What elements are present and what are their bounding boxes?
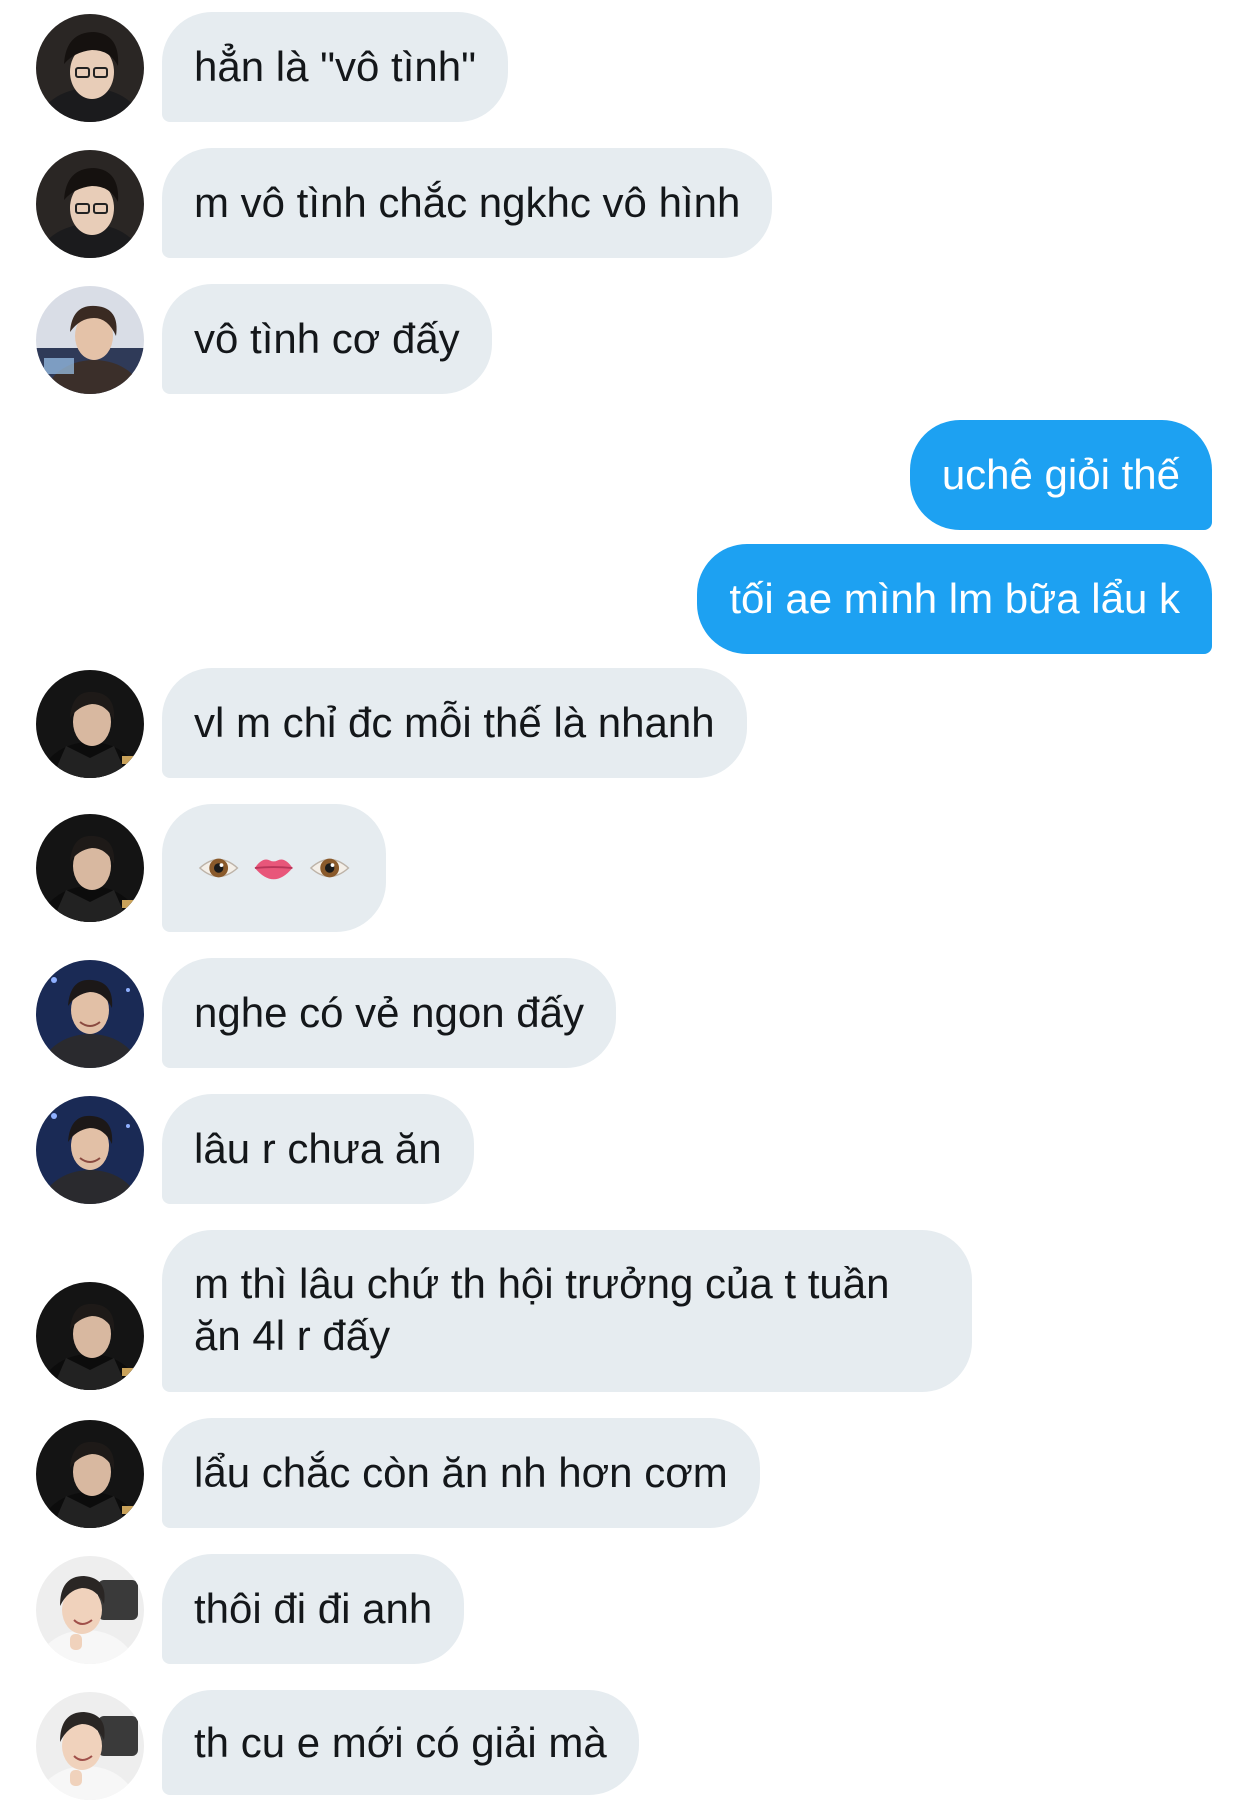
conversation-thread: hẳn là "vô tình" m vô tình chắc ngkhc vô…: [0, 0, 1242, 1800]
avatar[interactable]: [36, 14, 144, 122]
eye-icon: [198, 858, 239, 878]
message-bubble[interactable]: vl m chỉ đc mỗi thế là nhanh: [162, 668, 747, 778]
message-row: uchê giỏi thế: [0, 420, 1242, 530]
message-row: m vô tình chắc ngkhc vô hình: [0, 148, 1242, 258]
message-bubble[interactable]: thôi đi đi anh: [162, 1554, 465, 1664]
lips-icon: [255, 859, 293, 880]
message-row: hẳn là "vô tình": [0, 12, 1242, 122]
avatar[interactable]: [36, 1096, 144, 1204]
avatar[interactable]: [36, 286, 144, 394]
avatar[interactable]: [36, 960, 144, 1068]
message-bubble[interactable]: th cu e mới có giải mà: [162, 1690, 639, 1795]
eye-icon: [309, 858, 350, 878]
message-row: [0, 804, 1242, 932]
avatar[interactable]: [36, 1282, 144, 1390]
avatar[interactable]: [36, 1420, 144, 1528]
message-bubble[interactable]: m thì lâu chứ th hội trưởng của t tuần ă…: [162, 1230, 972, 1392]
message-bubble[interactable]: uchê giỏi thế: [909, 420, 1212, 530]
avatar[interactable]: [36, 670, 144, 778]
message-bubble[interactable]: m vô tình chắc ngkhc vô hình: [162, 148, 773, 258]
message-bubble[interactable]: hẳn là "vô tình": [162, 12, 509, 122]
message-row: vl m chỉ đc mỗi thế là nhanh: [0, 668, 1242, 778]
avatar[interactable]: [36, 1556, 144, 1664]
avatar[interactable]: [36, 1692, 144, 1800]
message-row: vô tình cơ đấy: [0, 284, 1242, 394]
message-row: lẩu chắc còn ăn nh hơn cơm: [0, 1418, 1242, 1528]
avatar[interactable]: [36, 150, 144, 258]
message-row: m thì lâu chứ th hội trưởng của t tuần ă…: [0, 1230, 1242, 1392]
message-row: tối ae mình lm bữa lẩu k: [0, 544, 1242, 654]
message-bubble[interactable]: [162, 804, 386, 932]
message-row: lâu r chưa ăn: [0, 1094, 1242, 1204]
message-bubble[interactable]: lâu r chưa ăn: [162, 1094, 474, 1204]
message-bubble[interactable]: vô tình cơ đấy: [162, 284, 492, 394]
message-bubble[interactable]: tối ae mình lm bữa lẩu k: [697, 544, 1212, 654]
message-row: nghe có vẻ ngon đấy: [0, 958, 1242, 1068]
message-row: thôi đi đi anh: [0, 1554, 1242, 1664]
avatar[interactable]: [36, 814, 144, 922]
message-bubble[interactable]: lẩu chắc còn ăn nh hơn cơm: [162, 1418, 760, 1528]
message-row: th cu e mới có giải mà: [0, 1690, 1242, 1800]
message-bubble[interactable]: nghe có vẻ ngon đấy: [162, 958, 616, 1068]
